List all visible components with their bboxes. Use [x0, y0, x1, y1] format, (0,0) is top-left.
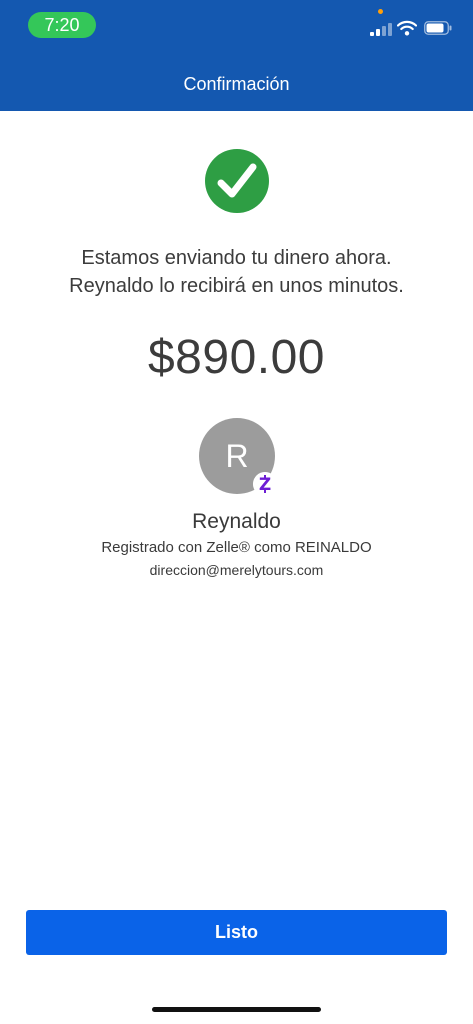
- status-bar: 7:20: [0, 0, 473, 50]
- wifi-icon: [397, 20, 417, 36]
- page-title: Confirmación: [183, 74, 290, 94]
- app-header: 7:20 Confirmación: [0, 0, 473, 111]
- privacy-indicator-dot: [378, 9, 383, 14]
- signal-icon: [370, 22, 392, 36]
- check-circle-icon: [205, 149, 269, 213]
- battery-icon: [424, 21, 452, 35]
- zelle-icon: Z: [253, 472, 277, 496]
- transfer-amount: $890.00: [147, 331, 325, 384]
- status-time[interactable]: 7:20: [28, 12, 96, 38]
- recipient-registration-info: Registrado con Zelle® como REINALDO: [101, 539, 372, 556]
- home-indicator[interactable]: [152, 1007, 321, 1012]
- message-line-2: Reynaldo lo recibirá en unos minutos.: [69, 275, 404, 297]
- recipient-email: direccion@merelytours.com: [149, 562, 324, 578]
- message-line-1: Estamos enviando tu dinero ahora.: [81, 247, 392, 269]
- confirmation-message: Estamos enviando tu dinero ahora. Reynal…: [0, 244, 473, 300]
- done-button[interactable]: Listo: [26, 910, 447, 955]
- recipient-name: Reynaldo: [192, 510, 281, 533]
